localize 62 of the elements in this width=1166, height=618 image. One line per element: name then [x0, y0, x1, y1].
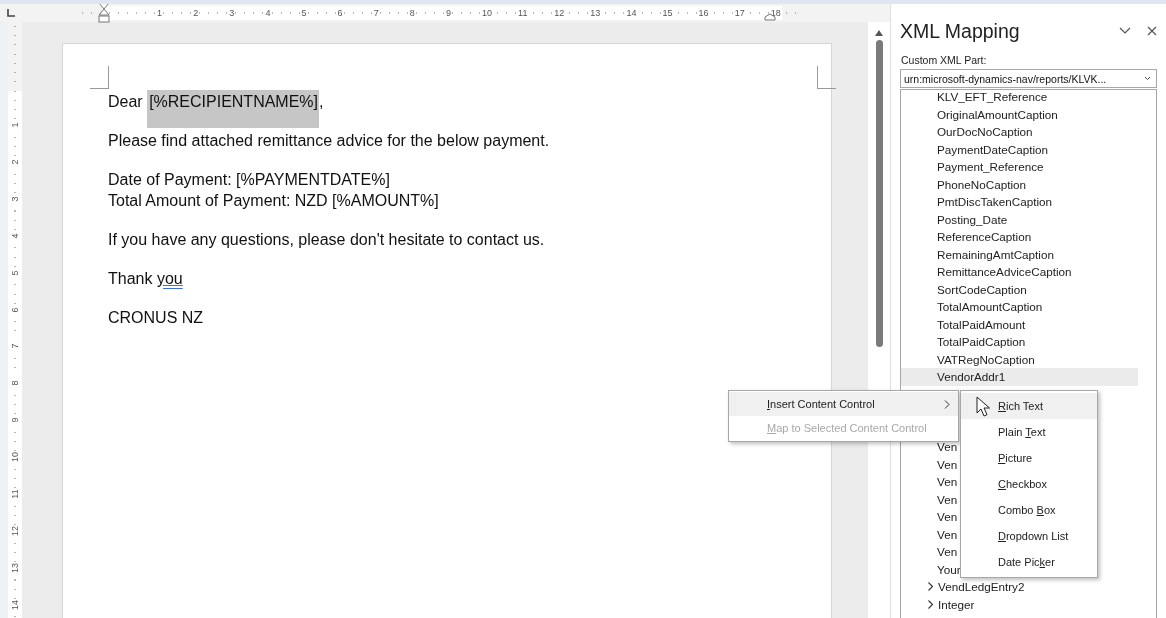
- margin-corner-mark: [90, 66, 109, 89]
- menu-item[interactable]: Date Picker: [961, 549, 1097, 575]
- tree-item[interactable]: Ven: [937, 510, 958, 524]
- tree-item[interactable]: Payment_Reference: [937, 160, 1044, 174]
- tree-item[interactable]: Ven: [937, 440, 958, 454]
- menu-item[interactable]: Combo Box: [961, 497, 1097, 523]
- menu-item[interactable]: Picture: [961, 445, 1097, 471]
- tree-item[interactable]: Integer: [938, 597, 975, 611]
- tree-item[interactable]: VATRegNoCaption: [937, 352, 1035, 366]
- tree-item[interactable]: ReferenceCaption: [937, 230, 1032, 244]
- chevron-down-icon[interactable]: [1119, 27, 1131, 35]
- tree-item[interactable]: KLV_EFT_Reference: [937, 90, 1048, 104]
- pane-title: XML Mapping: [900, 19, 1021, 43]
- close-icon[interactable]: [1147, 26, 1157, 36]
- tree-item[interactable]: PmtDiscTakenCaption: [937, 195, 1052, 209]
- menu-item[interactable]: Plain Text: [961, 419, 1097, 445]
- caret-icon: [1144, 76, 1151, 81]
- ruler-number: 12: [9, 524, 21, 537]
- tree-item[interactable]: Ven: [937, 527, 958, 541]
- menu-item[interactable]: Insert Content Control: [729, 392, 958, 416]
- letter-text-line: Please find attached remittance advice for the below payment.: [108, 131, 551, 151]
- field-label: Custom XML Part:: [901, 54, 988, 66]
- mouse-pointer-icon: [976, 396, 990, 417]
- xml-part-dropdown[interactable]: urn:microsoft-dynamics-nav/reports/KLVK...: [900, 69, 1157, 88]
- menu-item[interactable]: Rich Text: [961, 393, 1097, 419]
- menu-item[interactable]: Checkbox: [961, 471, 1097, 497]
- tree-item[interactable]: Ven: [937, 475, 958, 489]
- tree-item[interactable]: SortCodeCaption: [937, 282, 1027, 296]
- ruler-number: 11: [9, 488, 21, 500]
- letter-text-line: Dear [%RECIPIENTNAME%],: [108, 88, 831, 130]
- letter-text-line: If you have any questions, please don't hesitate to contact us.: [108, 230, 546, 250]
- tree-item[interactable]: Posting_Date: [937, 212, 1008, 226]
- tree-item[interactable]: Your: [937, 562, 961, 576]
- tree-item[interactable]: PaymentDateCaption: [937, 142, 1049, 156]
- tree-item[interactable]: TotalAmountCaption: [937, 300, 1043, 314]
- tree-item[interactable]: TotalPaidCaption: [937, 335, 1026, 349]
- scroll-up-icon[interactable]: [875, 30, 883, 36]
- tree-item[interactable]: VendLedgEntry2: [938, 580, 1025, 594]
- tree-item[interactable]: TotalPaidAmount: [937, 317, 1026, 331]
- tree-item[interactable]: Ven: [937, 457, 958, 471]
- tree-item[interactable]: PhoneNoCaption: [937, 177, 1027, 191]
- indent-marker-icon[interactable]: [98, 4, 110, 24]
- scrollbar-thumb[interactable]: [875, 40, 883, 347]
- margin-corner-mark: [817, 66, 836, 89]
- ruler-number: 10: [9, 451, 21, 464]
- tree-item[interactable]: Ven: [937, 545, 958, 559]
- menu-item[interactable]: Dropdown List: [961, 523, 1097, 549]
- ruler-number: 7: [9, 340, 21, 353]
- letter-text-line: CRONUS NZ: [108, 308, 205, 328]
- ruler-number: 14: [9, 598, 21, 611]
- expand-chevron-icon[interactable]: [927, 599, 934, 609]
- letter-text-line: Total Amount of Payment: NZD [%AMOUNT%]: [108, 191, 440, 211]
- tree-item[interactable]: OriginalAmountCaption: [937, 107, 1058, 121]
- letter-text-line: Date of Payment: [%PAYMENTDATE%]: [108, 170, 391, 190]
- tree-item[interactable]: Ven: [937, 492, 958, 506]
- ruler-number: 8: [9, 377, 21, 390]
- tree-item[interactable]: OurDocNoCaption: [937, 125, 1033, 139]
- tree-item[interactable]: RemittanceAdviceCaption: [937, 265, 1072, 279]
- tree-item[interactable]: RemainingAmtCaption: [937, 247, 1054, 261]
- letter-text-line: Thank you: [108, 269, 184, 289]
- ruler-number: 13: [9, 561, 21, 574]
- expand-chevron-icon[interactable]: [927, 582, 934, 592]
